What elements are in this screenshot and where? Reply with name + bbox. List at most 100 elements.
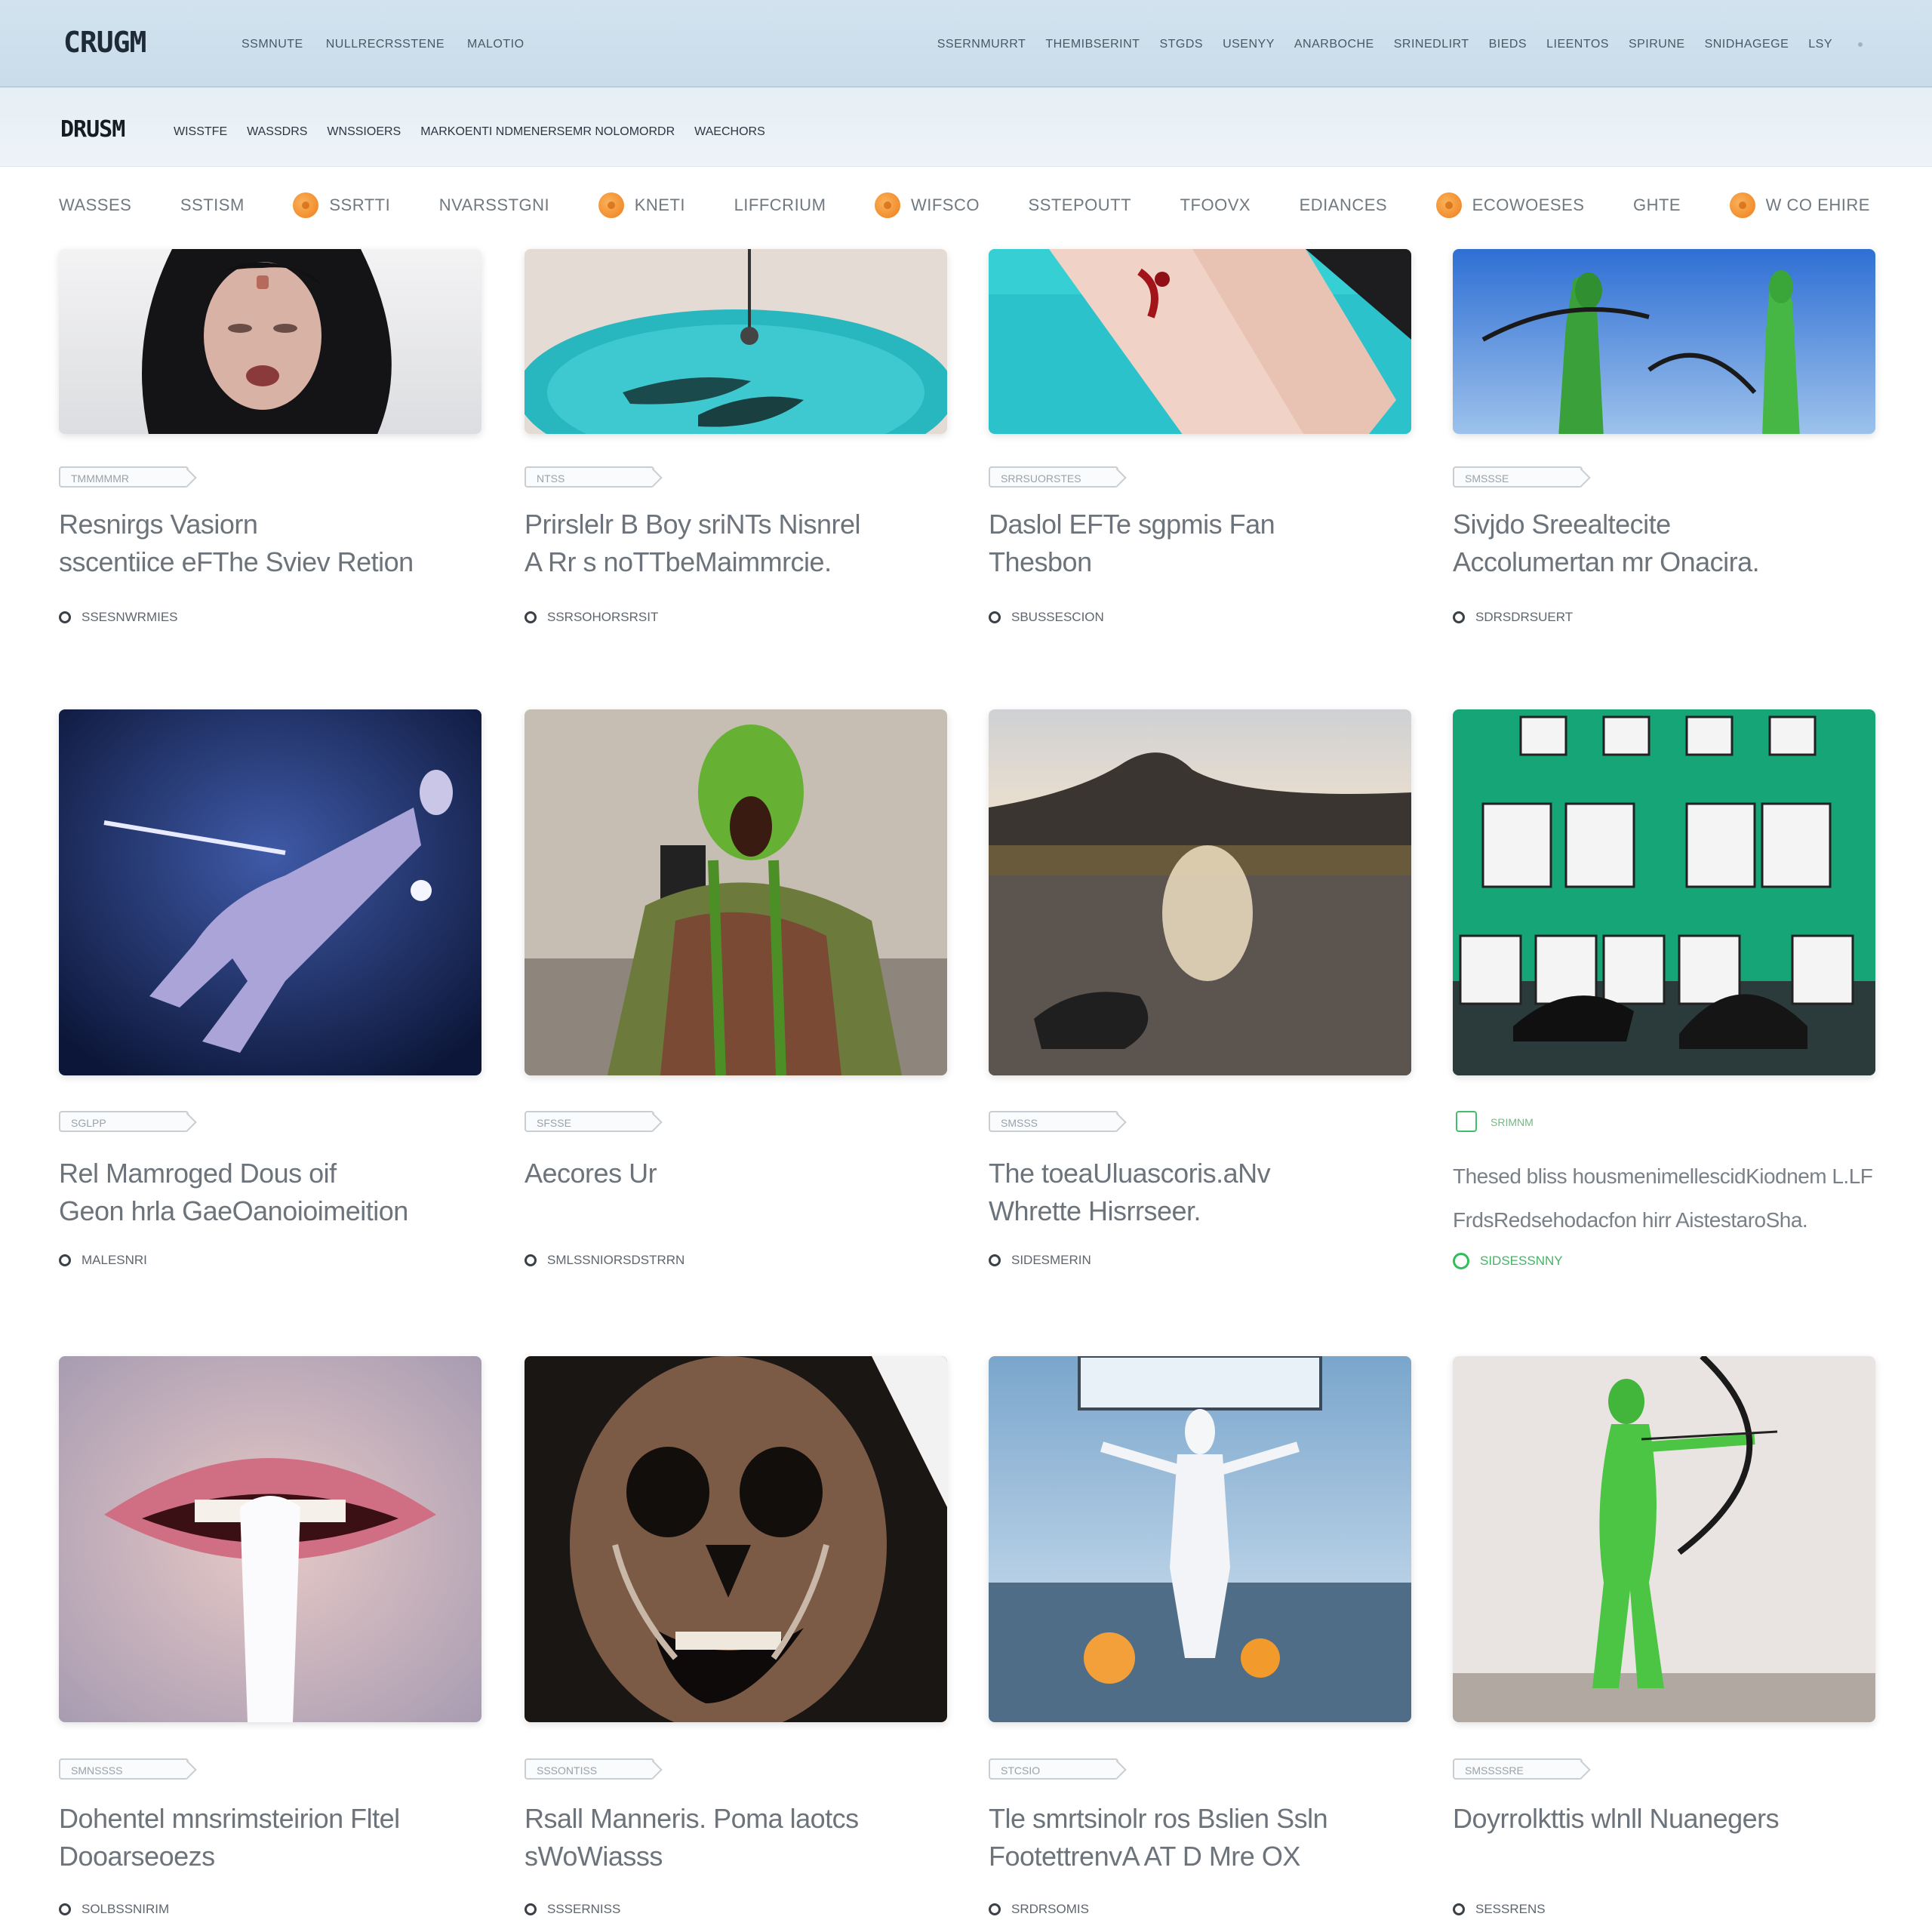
article-thumbnail[interactable] (59, 709, 481, 1075)
nav-right-10[interactable]: SNIDHAGEGE (1705, 38, 1789, 51)
article-author: MALESNRI (82, 1253, 147, 1267)
category-tag[interactable]: SMNSSSS (59, 1758, 189, 1780)
article-meta: SDRSDRSUERT (1453, 610, 1573, 625)
section-link-3[interactable]: WNSSIOERS (327, 125, 401, 139)
article-author: SDRSDRSUERT (1475, 610, 1574, 624)
category-tab[interactable]: SSTISM (180, 195, 245, 215)
category-tab[interactable]: WIFSCO (874, 192, 980, 218)
section-link-1[interactable]: WISSTFE (174, 125, 227, 139)
section-link-2[interactable]: WASSDRS (247, 125, 307, 139)
article-title[interactable]: Sivjdo Sreealtecite Accolumertan mr Onaci… (1453, 506, 1875, 581)
category-tag[interactable]: SGLPP (59, 1111, 189, 1132)
section-logo[interactable]: DRUSM (60, 116, 125, 143)
article-title[interactable]: Daslol EFTe sgpmis Fan Thesbon (989, 506, 1411, 581)
article-card[interactable]: SMSSSE Sivjdo Sreealtecite Accolumertan mr… (1453, 249, 1875, 640)
nav-right-5[interactable]: ANARBOCHE (1294, 38, 1374, 51)
section-link-5[interactable]: WAECHORS (694, 125, 765, 139)
category-tab[interactable]: SSRTTI (293, 192, 390, 218)
article-title[interactable]: Resnirgs Vasiorn sscentiice eFThe Sviev R… (59, 506, 481, 581)
site-logo[interactable]: CRUGM (63, 26, 146, 59)
article-title[interactable]: Rel Mamroged Dous oif Geon hrla GaeOanoio… (59, 1155, 481, 1230)
category-tag[interactable]: SMSSS (989, 1111, 1118, 1132)
article-title[interactable]: Rsall Manneris. Poma laotcs sWoWiasss (525, 1800, 947, 1875)
article-card[interactable]: SFSSE Aecores Ur SMLSSNIORSDSTRRN (525, 709, 947, 1283)
category-tag[interactable]: SFSSE (525, 1111, 654, 1132)
article-author: SSESNWRMIES (82, 610, 178, 624)
category-tab[interactable]: ECOWOESES (1435, 192, 1585, 218)
nav-link-1[interactable]: SSMNUTE (242, 38, 303, 51)
author-icon (525, 1903, 537, 1915)
article-thumbnail[interactable] (989, 1356, 1411, 1722)
article-thumbnail[interactable] (1453, 249, 1875, 434)
category-tab[interactable]: LIFFCRIUM (734, 195, 826, 215)
category-tab[interactable]: SSTEPOUTT (1029, 195, 1132, 215)
article-card[interactable]: SGLPP Rel Mamroged Dous oif Geon hrla GaeO… (59, 709, 481, 1283)
category-tab[interactable]: NVARSSTGNI (439, 195, 549, 215)
category-tab[interactable]: GHTE (1633, 195, 1681, 215)
article-card[interactable]: SRRSUORSTES Daslol EFTe sgpmis Fan Thesbon… (989, 249, 1411, 640)
nav-link-3[interactable]: MALOTIO (467, 38, 525, 51)
category-tab[interactable]: WASSES (59, 195, 131, 215)
category-tab[interactable]: W CO EHIRE (1729, 192, 1870, 218)
article-card[interactable]: SRIMNM Thesed bliss housmenimellescidKiod… (1453, 709, 1875, 1283)
nav-right-2[interactable]: THEMIBSERINT (1045, 38, 1140, 51)
category-label: SSTISM (180, 195, 245, 214)
nav-right-3[interactable]: STGDS (1159, 38, 1203, 51)
article-card[interactable]: SMNSSSS Dohentel mnsrimsteirion Fltel Dooa… (59, 1356, 481, 1932)
article-author: SRDRSOMIS (1011, 1902, 1089, 1916)
category-label: WIFSCO (910, 195, 980, 214)
nav-right-6[interactable]: SRINEDLIRT (1394, 38, 1469, 51)
category-tag[interactable]: SRIMNM (1456, 1111, 1586, 1134)
category-tag[interactable]: STCSIO (989, 1758, 1118, 1780)
article-title[interactable]: Thesed bliss housmenimellescidKiodnem L.… (1453, 1155, 1875, 1242)
section-link-4[interactable]: MARKOENTI NDMENERSEMR NOLOMORDR (420, 125, 675, 139)
article-card[interactable]: SSSONTISS Rsall Manneris. Poma laotcs sWoW… (525, 1356, 947, 1932)
nav-right-9[interactable]: SPIRUNE (1629, 38, 1685, 51)
category-tab[interactable]: EDIANCES (1300, 195, 1387, 215)
article-thumbnail[interactable] (525, 249, 947, 434)
article-thumbnail[interactable] (1453, 1356, 1875, 1722)
article-title[interactable]: Aecores Ur (525, 1155, 947, 1192)
author-icon (525, 1254, 537, 1266)
nav-right-7[interactable]: BIEDS (1489, 38, 1527, 51)
category-tag[interactable]: SRRSUORSTES (989, 466, 1118, 488)
article-card[interactable]: NTSS Prirslelr B Boy sriNTs Nisnrel A Rr s… (525, 249, 947, 640)
category-tag[interactable]: SMSSSE (1453, 466, 1583, 488)
article-title[interactable]: Prirslelr B Boy sriNTs Nisnrel A Rr s noT… (525, 506, 947, 581)
article-card[interactable]: SMSSSSRE Doyrrolkttis wlnll Nuanegers SESS… (1453, 1356, 1875, 1932)
category-label: KNETI (634, 195, 685, 214)
category-label: LIFFCRIUM (734, 195, 826, 214)
article-thumbnail[interactable] (59, 1356, 481, 1722)
nav-right-4[interactable]: USENYY (1223, 38, 1275, 51)
article-thumbnail[interactable] (989, 249, 1411, 434)
article-title[interactable]: Dohentel mnsrimsteirion Fltel Dooarseoezs (59, 1800, 481, 1875)
article-title-line: A Rr s noTTbeMaimmrcie. (525, 546, 832, 577)
article-thumbnail[interactable] (525, 1356, 947, 1722)
category-badge-icon (598, 192, 624, 218)
category-tag[interactable]: TMMMMMR (59, 466, 189, 488)
article-thumbnail[interactable] (1453, 709, 1875, 1075)
article-title[interactable]: Tle smrtsinolr ros Bslien Ssln Footettren… (989, 1800, 1411, 1875)
article-thumbnail[interactable] (59, 249, 481, 434)
category-tab[interactable]: KNETI (598, 192, 685, 218)
article-title[interactable]: The toeaUluascoris.aNv Whrette Hisrrseer. (989, 1155, 1411, 1230)
nav-right-8[interactable]: LIEENTOS (1546, 38, 1609, 51)
nav-link-2[interactable]: NULLRECRSSTENE (326, 38, 445, 51)
nav-right-11[interactable]: LSY (1808, 38, 1832, 51)
article-thumbnail[interactable] (989, 709, 1411, 1075)
article-card[interactable]: SMSSS The toeaUluascoris.aNv Whrette Hisrr… (989, 709, 1411, 1283)
category-tag[interactable]: NTSS (525, 466, 654, 488)
category-tag[interactable]: SMSSSSRE (1453, 1758, 1583, 1780)
article-title[interactable]: Doyrrolkttis wlnll Nuanegers (1453, 1800, 1875, 1838)
article-author: SIDESMERIN (1011, 1253, 1091, 1267)
menu-dot-icon[interactable] (1858, 42, 1863, 47)
article-card[interactable]: TMMMMMR Resnirgs Vasiorn sscentiice eFThe … (59, 249, 481, 640)
article-thumbnail[interactable] (525, 709, 947, 1075)
category-tab[interactable]: TFOOVX (1180, 195, 1251, 215)
sub-header: DRUSM WISSTFE WASSDRS WNSSIOERS MARKOENT… (0, 88, 1932, 167)
article-meta: SBUSSESCION (989, 610, 1104, 625)
article-title-line: Doyrrolkttis wlnll Nuanegers (1453, 1803, 1780, 1834)
nav-right-1[interactable]: SSERNMURRT (937, 38, 1026, 51)
article-card[interactable]: STCSIO Tle smrtsinolr ros Bslien Ssln Foot… (989, 1356, 1411, 1932)
category-tag[interactable]: SSSONTISS (525, 1758, 654, 1780)
